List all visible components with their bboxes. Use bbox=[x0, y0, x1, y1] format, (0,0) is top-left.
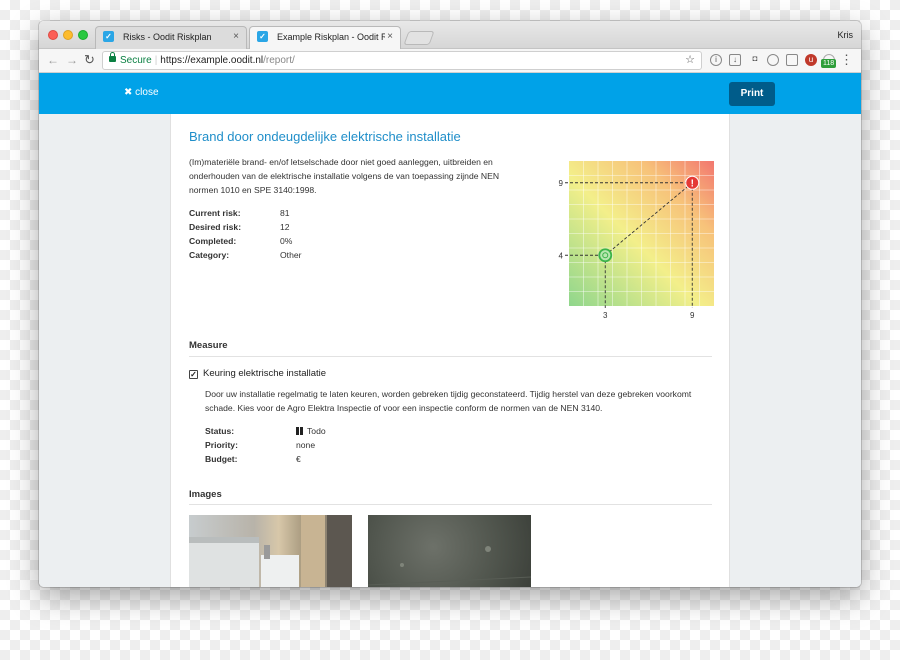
tab-label: Risks - Oodit Riskplan bbox=[123, 32, 212, 42]
tab-close-icon[interactable]: × bbox=[387, 31, 393, 42]
info-extension-icon[interactable]: i bbox=[710, 54, 722, 66]
report-sheet: Brand door ondeugdelijke elektrische ins… bbox=[170, 114, 730, 587]
maximize-window-button[interactable] bbox=[78, 30, 88, 40]
pause-icon bbox=[296, 427, 303, 435]
fact-label: Completed: bbox=[189, 236, 237, 246]
photo-1-shapes bbox=[189, 515, 352, 587]
fact-value: € bbox=[296, 454, 301, 464]
fact-label: Current risk: bbox=[189, 208, 241, 218]
close-label: close bbox=[135, 87, 159, 98]
download-extension-icon[interactable]: ↓ bbox=[729, 54, 741, 66]
profile-name[interactable]: Kris bbox=[838, 30, 854, 40]
x-tick-label: 9 bbox=[690, 311, 695, 320]
oodit-favicon-icon: ✓ bbox=[103, 31, 114, 42]
minimize-window-button[interactable] bbox=[63, 30, 73, 40]
fact-value: Other bbox=[280, 250, 302, 260]
risk-description: (Im)materiële brand- en/of letselschade … bbox=[189, 157, 500, 195]
page-viewport: ✖ close Print Brand door ondeugdelijke e… bbox=[39, 73, 861, 587]
close-report-link[interactable]: ✖ close bbox=[124, 87, 159, 98]
risk-facts: Current risk: 81 Desired risk: 12 Complete… bbox=[189, 206, 302, 262]
images-section-title: Images bbox=[189, 489, 222, 500]
section-divider bbox=[189, 504, 712, 505]
desired-risk-marker bbox=[598, 248, 613, 263]
fact-desired-risk: Desired risk: 12 bbox=[189, 220, 302, 234]
tab-bar: ✓ Risks - Oodit Riskplan × ✓ Example Ris… bbox=[39, 21, 861, 49]
fact-completed: Completed: 0% bbox=[189, 234, 302, 248]
measure-facts: Status: Todo Priority: none Budget: € bbox=[205, 424, 326, 466]
secure-label: Secure bbox=[120, 55, 152, 66]
section-divider bbox=[189, 356, 712, 357]
oodit-favicon-icon: ✓ bbox=[257, 31, 268, 42]
risk-matrix-chart: ! 9 4 3 9 bbox=[555, 161, 715, 321]
fact-value: none bbox=[296, 440, 316, 450]
exclamation-icon: ! bbox=[691, 178, 694, 189]
y-tick-label: 4 bbox=[559, 251, 564, 260]
extension-badge: 118 bbox=[821, 59, 837, 68]
measure-item-title: Keuring elektrische installatie bbox=[203, 368, 327, 379]
photo-2-shapes bbox=[368, 546, 531, 586]
forward-arrow-icon[interactable]: → bbox=[66, 53, 78, 67]
tab-risks[interactable]: ✓ Risks - Oodit Riskplan × bbox=[95, 26, 247, 49]
browser-menu-icon[interactable]: ⋮ bbox=[840, 52, 853, 68]
measure-fact-priority: Priority: none bbox=[205, 438, 326, 452]
measure-description: Door uw installatie regelmatig te laten … bbox=[205, 389, 692, 413]
close-window-button[interactable] bbox=[48, 30, 58, 40]
lock-icon bbox=[109, 52, 116, 62]
url-path: /report/ bbox=[263, 55, 295, 66]
tab-close-icon[interactable]: × bbox=[233, 31, 239, 42]
fact-label: Budget: bbox=[205, 454, 238, 464]
fact-label: Status: bbox=[205, 426, 235, 436]
measure-fact-budget: Budget: € bbox=[205, 452, 326, 466]
bookmark-star-icon[interactable]: ☆ bbox=[685, 52, 695, 69]
new-tab-button[interactable] bbox=[403, 31, 435, 45]
fact-label: Desired risk: bbox=[189, 222, 242, 232]
measure-section-title: Measure bbox=[189, 340, 228, 351]
risk-matrix-svg: ! 9 4 3 9 bbox=[559, 161, 714, 320]
y-tick-label: 9 bbox=[559, 179, 564, 188]
fact-value: 81 bbox=[280, 208, 290, 218]
camera-extension-icon[interactable]: ◘ bbox=[749, 54, 761, 66]
browser-toolbar: ← → ↻ Secure | https://example.oodit.nl/re… bbox=[39, 49, 861, 73]
fact-category: Category: Other bbox=[189, 248, 302, 262]
installation-photo-1[interactable] bbox=[189, 515, 352, 587]
fact-label: Category: bbox=[189, 250, 230, 260]
fact-label: Priority: bbox=[205, 440, 238, 450]
circle-extension-icon[interactable] bbox=[767, 54, 779, 66]
fact-value: Todo bbox=[307, 426, 326, 436]
report-topbar: ✖ close Print bbox=[39, 73, 861, 114]
reload-icon[interactable]: ↻ bbox=[84, 52, 95, 68]
measure-fact-status: Status: Todo bbox=[205, 424, 326, 438]
ublock-shield-icon[interactable]: u bbox=[805, 54, 817, 66]
measure-checkbox[interactable]: ✓ bbox=[189, 370, 198, 379]
x-tick-label: 3 bbox=[603, 311, 608, 320]
risk-title: Brand door ondeugdelijke elektrische ins… bbox=[189, 129, 461, 144]
back-arrow-icon[interactable]: ← bbox=[47, 53, 59, 67]
browser-window: ✓ Risks - Oodit Riskplan × ✓ Example Ris… bbox=[39, 21, 861, 587]
tab-label: Example Riskplan - Oodit Riskp bbox=[277, 32, 385, 42]
url-host: https://example.oodit.nl bbox=[160, 55, 264, 66]
fact-current-risk: Current risk: 81 bbox=[189, 206, 302, 220]
measure-item[interactable]: ✓ Keuring elektrische installatie bbox=[189, 368, 326, 379]
url-separator: | bbox=[154, 55, 158, 66]
fact-value: 0% bbox=[280, 236, 293, 246]
tab-example-riskplan[interactable]: ✓ Example Riskplan - Oodit Riskp × bbox=[249, 26, 401, 49]
print-button[interactable]: Print bbox=[729, 82, 775, 106]
window-extension-icon[interactable] bbox=[786, 54, 798, 66]
fact-value: 12 bbox=[280, 222, 290, 232]
installation-photo-2[interactable] bbox=[368, 515, 531, 587]
address-bar[interactable]: Secure | https://example.oodit.nl/report/ … bbox=[102, 51, 702, 70]
